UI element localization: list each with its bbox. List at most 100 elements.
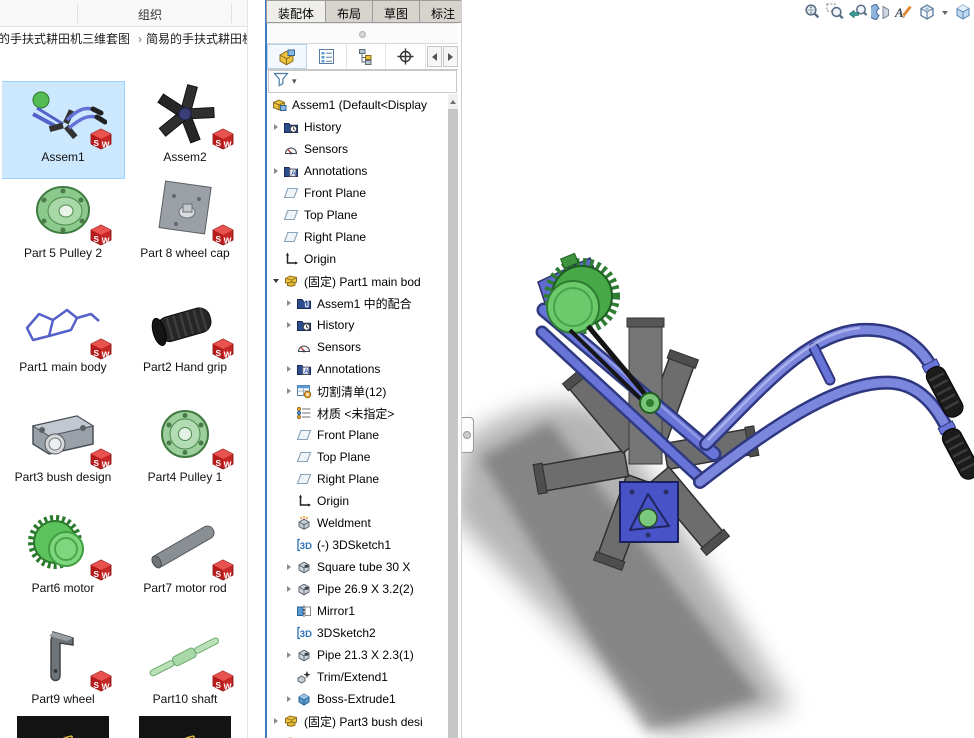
tree-item[interactable]: History	[267, 116, 448, 138]
view-orientation-icon[interactable]	[917, 2, 937, 22]
tree-item[interactable]: Top Plane	[267, 204, 448, 226]
file-item[interactable]: SWPart6 motor	[2, 513, 124, 624]
hide-show-annotations-icon[interactable]: A	[894, 2, 914, 22]
tree-expand-arrow[interactable]	[269, 279, 283, 283]
tree-item[interactable]	[267, 732, 448, 738]
tree-item[interactable]: Right Plane	[267, 226, 448, 248]
tree-item[interactable]: (固定) Part1 main bod	[267, 270, 448, 292]
file-item[interactable]: SWAssem1	[2, 82, 124, 178]
tree-item[interactable]: Boss-Extrude1	[267, 688, 448, 710]
view-orientation-dropdown-icon[interactable]	[940, 2, 950, 22]
file-item[interactable]: SWPart 8 wheel cap	[124, 178, 246, 292]
tree-expand-arrow[interactable]	[282, 388, 296, 394]
tree-expand-arrow[interactable]	[269, 124, 283, 130]
graphics-viewport[interactable]	[461, 0, 974, 738]
tree-item[interactable]: Sensors	[267, 336, 448, 358]
file-item[interactable]: SWPart 5 Pulley 2	[2, 178, 124, 292]
tree-item[interactable]: Mirror1	[267, 600, 448, 622]
tree-item[interactable]: Assem1 中的配合	[267, 292, 448, 314]
scrollbar-thumb[interactable]	[448, 109, 458, 738]
file-item-label: Part7 motor rod	[128, 581, 242, 595]
assembly-model-3d-view[interactable]	[462, 230, 974, 738]
tree-item[interactable]: 3D(-) 3DSketch1	[267, 534, 448, 556]
model-hand-grip-upper[interactable]	[920, 358, 966, 420]
file-item[interactable]: SWAssem2	[124, 82, 246, 178]
panel-pull-handle[interactable]	[359, 31, 366, 38]
tree-item[interactable]: Pipe 26.9 X 3.2(2)	[267, 578, 448, 600]
model-motor[interactable]	[547, 253, 616, 333]
file-item[interactable]: SWPart9 wheel	[2, 624, 124, 712]
tree-item[interactable]: Front Plane	[267, 182, 448, 204]
file-item[interactable]: SWPart4 Pulley 1	[124, 402, 246, 513]
tree-expand-arrow[interactable]	[269, 168, 283, 174]
model-handle-tubes[interactable]	[700, 328, 948, 482]
mates-folder-icon	[296, 295, 313, 311]
tree-item[interactable]: Front Plane	[267, 424, 448, 446]
tree-item[interactable]: Weldment	[267, 512, 448, 534]
tree-expand-arrow[interactable]	[282, 652, 296, 658]
zoom-to-fit-icon[interactable]	[802, 2, 822, 22]
dimxpert-tab[interactable]	[386, 44, 426, 69]
filter-dropdown-caret[interactable]: ▾	[292, 76, 297, 87]
tree-item[interactable]: Pipe 21.3 X 2.3(1)	[267, 644, 448, 666]
file-item[interactable]: SWPart2 Hand grip	[124, 292, 246, 402]
tree-expand-arrow[interactable]	[282, 366, 296, 372]
toolbar-separator	[77, 3, 78, 23]
scrollbar-up-arrow[interactable]	[448, 94, 458, 109]
tree-item[interactable]: 切割清单(12)	[267, 380, 448, 402]
organize-button[interactable]: 组织	[138, 6, 162, 23]
file-item[interactable]: SWPart7 motor rod	[124, 513, 246, 624]
file-item[interactable]	[124, 712, 246, 738]
tree-item[interactable]: History	[267, 314, 448, 336]
scroll-tabs-left-button[interactable]	[427, 46, 442, 67]
previous-view-icon[interactable]	[848, 2, 868, 22]
property-manager-tab[interactable]	[307, 44, 347, 69]
tree-expand-arrow[interactable]	[282, 300, 296, 306]
breadcrumb-folder-current[interactable]: 简易的手扶式耕田机三	[146, 32, 248, 46]
tree-expand-arrow[interactable]	[282, 564, 296, 570]
configuration-manager-tab[interactable]	[347, 44, 387, 69]
tree-item[interactable]: Square tube 30 X	[267, 556, 448, 578]
tab-markup[interactable]: 标注	[419, 0, 467, 23]
tree-item[interactable]: Right Plane	[267, 468, 448, 490]
svg-text:S: S	[216, 570, 222, 579]
tree-item[interactable]: AAnnotations	[267, 160, 448, 182]
model-hub-plate[interactable]	[620, 482, 678, 542]
filter-funnel-icon[interactable]	[273, 71, 289, 92]
display-style-icon[interactable]	[953, 2, 973, 22]
tab-layout[interactable]: 布局	[325, 0, 373, 23]
tab-sketch[interactable]: 草图	[372, 0, 420, 23]
feature-manager-tab[interactable]	[267, 44, 307, 69]
section-view-icon[interactable]	[871, 2, 891, 22]
drawing-thumbnail	[6, 714, 120, 738]
tree-item[interactable]: Sensors	[267, 138, 448, 160]
tree-expand-arrow[interactable]	[282, 322, 296, 328]
tree-scrollbar[interactable]	[448, 94, 458, 738]
tree-item[interactable]: Assem1 (Default<Display	[267, 94, 448, 116]
history-folder-icon	[283, 119, 300, 135]
tree-item[interactable]: Origin	[267, 490, 448, 512]
tree-expand-arrow[interactable]	[282, 586, 296, 592]
solidworks-badge-icon: SW	[212, 128, 234, 150]
tree-item[interactable]: Origin	[267, 248, 448, 270]
tree-item[interactable]: 材质 <未指定>	[267, 402, 448, 424]
tree-item[interactable]: 3D3DSketch2	[267, 622, 448, 644]
tab-assembly[interactable]: 装配体	[266, 0, 326, 23]
tree-item[interactable]: AAnnotations	[267, 358, 448, 380]
zoom-to-area-icon[interactable]	[825, 2, 845, 22]
file-item[interactable]: SWPart1 main body	[2, 292, 124, 402]
plane-icon	[283, 207, 300, 223]
scroll-tabs-right-button[interactable]	[443, 46, 458, 67]
collapsed-panel-tab[interactable]	[461, 417, 474, 453]
tree-item[interactable]: (固定) Part3 bush desi	[267, 710, 448, 732]
tree-item[interactable]: Trim/Extend1	[267, 666, 448, 688]
breadcrumb-folder-parent[interactable]: 的手扶式耕田机三维套图	[0, 32, 130, 46]
model-hand-grip-lower[interactable]	[936, 420, 974, 482]
tree-item[interactable]: Top Plane	[267, 446, 448, 468]
tree-expand-arrow[interactable]	[282, 696, 296, 702]
file-item[interactable]	[2, 712, 124, 738]
file-item[interactable]: SWPart10 shaft	[124, 624, 246, 712]
file-item[interactable]: SWPart3 bush design	[2, 402, 124, 513]
tree-expand-arrow[interactable]	[269, 718, 283, 724]
file-item-label: Part1 main body	[6, 360, 120, 374]
